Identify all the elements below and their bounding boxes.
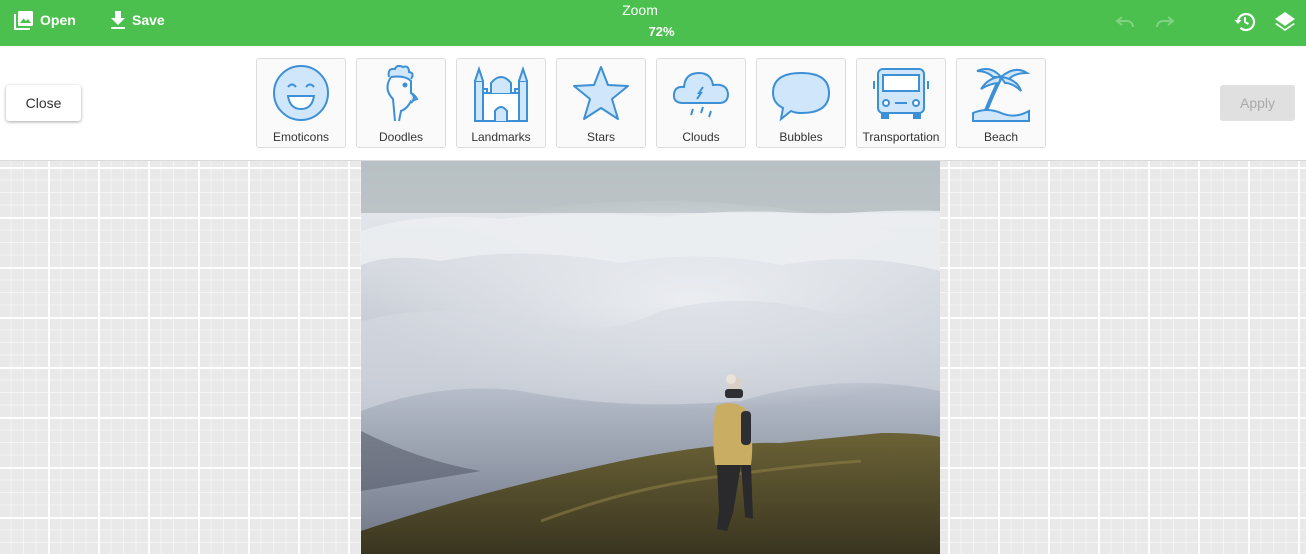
sticker-label: Emoticons xyxy=(272,130,330,144)
top-bar: Open Save Zoom 72% xyxy=(0,0,1306,46)
sticker-category-beach[interactable]: Beach xyxy=(956,58,1046,148)
zoom-label: Zoom xyxy=(622,2,658,18)
sticker-category-list: Emoticons Doodles Landmarks Stars Clouds… xyxy=(256,58,1046,148)
sticker-label: Landmarks xyxy=(471,130,531,144)
sticker-category-doodles[interactable]: Doodles xyxy=(356,58,446,148)
undo-icon[interactable] xyxy=(1113,10,1137,34)
sticker-category-landmarks[interactable]: Landmarks xyxy=(456,58,546,148)
sticker-label: Bubbles xyxy=(779,130,823,144)
history-icon[interactable] xyxy=(1233,10,1257,34)
zoom-control[interactable]: Zoom 72% xyxy=(560,2,720,40)
apply-button[interactable]: Apply xyxy=(1220,85,1295,121)
sticker-category-emoticons[interactable]: Emoticons xyxy=(256,58,346,148)
sticker-category-bubbles[interactable]: Bubbles xyxy=(756,58,846,148)
sticker-toolbar: Close Emoticons Doodles Landmarks Stars … xyxy=(0,46,1306,161)
sticker-label: Beach xyxy=(983,130,1019,144)
editor-canvas-area xyxy=(0,161,1306,554)
sticker-label: Clouds xyxy=(682,130,720,144)
layers-icon[interactable] xyxy=(1273,10,1297,34)
close-button[interactable]: Close xyxy=(6,85,81,121)
redo-icon[interactable] xyxy=(1153,10,1177,34)
download-icon xyxy=(110,10,126,30)
sticker-category-stars[interactable]: Stars xyxy=(556,58,646,148)
image-icon xyxy=(14,10,34,30)
save-label: Save xyxy=(132,12,165,28)
sticker-label: Transportation xyxy=(862,130,940,144)
zoom-value: 72% xyxy=(648,24,675,39)
sticker-category-clouds[interactable]: Clouds xyxy=(656,58,746,148)
sticker-label: Stars xyxy=(586,130,615,144)
sticker-label: Doodles xyxy=(378,130,424,144)
sticker-category-transportation[interactable]: Transportation xyxy=(856,58,946,148)
save-button[interactable]: Save xyxy=(110,0,165,40)
open-button[interactable]: Open xyxy=(14,0,76,40)
photo-canvas[interactable] xyxy=(361,161,940,554)
open-label: Open xyxy=(40,12,76,28)
